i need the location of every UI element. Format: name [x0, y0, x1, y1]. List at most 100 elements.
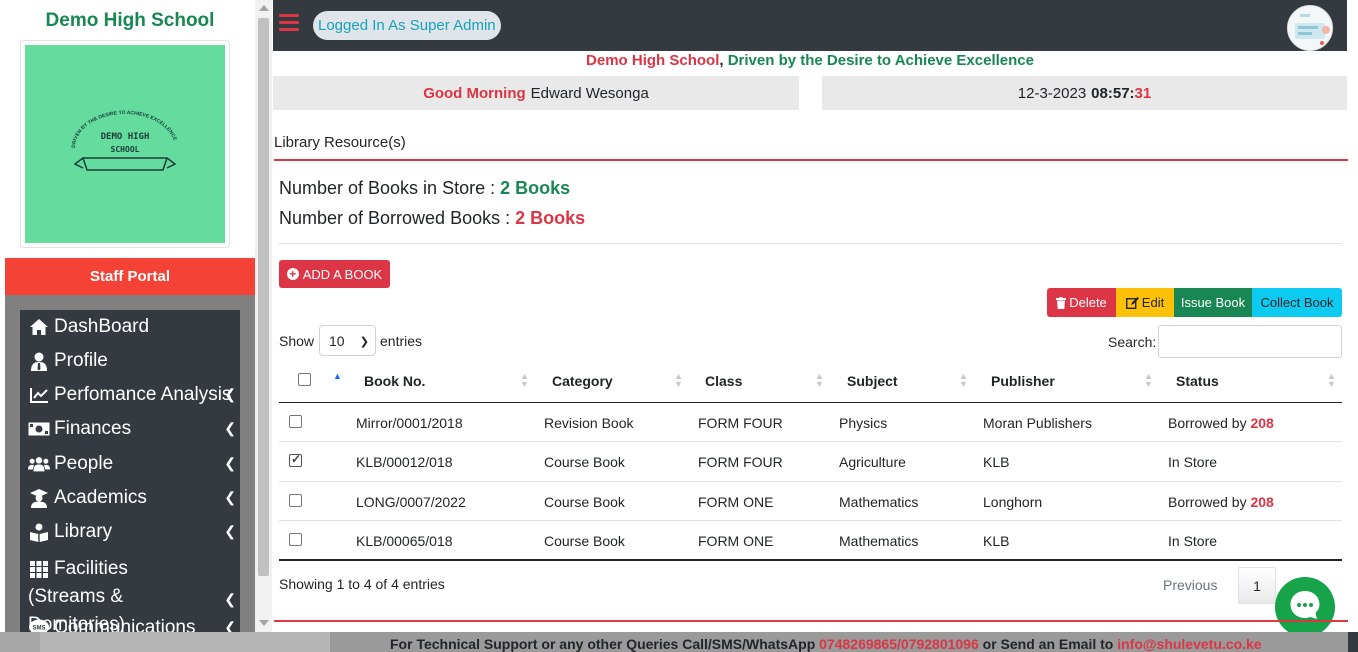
sidebar-item-performance-analysis[interactable]: Perfomance Analysis ❮	[20, 384, 240, 406]
cell-category: Course Book	[544, 533, 625, 549]
select-all-checkbox[interactable]	[298, 373, 311, 386]
add-book-button[interactable]: + ADD A BOOK	[279, 260, 390, 288]
scroll-down-arrow[interactable]	[259, 620, 269, 626]
sms-icon: SMS	[28, 617, 50, 632]
current-date: 12-3-2023	[1017, 84, 1087, 102]
plus-circle-icon: +	[286, 268, 299, 280]
cell-class: FORM FOUR	[698, 415, 783, 431]
chevron-left-icon: ❮	[224, 420, 236, 436]
school-logo: DRIVEN BY THE DESIRE TO ACHIEVE EXCELLEN…	[25, 45, 225, 243]
scroll-thumb[interactable]	[258, 18, 269, 576]
cell-publisher: Moran Publishers	[983, 415, 1092, 431]
previous-page-button[interactable]: Previous	[1163, 577, 1217, 593]
row-checkbox[interactable]	[289, 533, 302, 546]
cell-book-no: KLB/00065/018	[356, 533, 453, 549]
graduate-icon	[28, 487, 50, 509]
app-root: Demo High School DRIVEN BY THE DESIRE TO…	[0, 0, 1358, 652]
footer-support-text: For Technical Support or any other Queri…	[390, 636, 1262, 652]
column-header-subject[interactable]: Subject	[847, 373, 898, 389]
search-label: Search:	[1108, 334, 1157, 350]
sidebar-item-library[interactable]: Library ❮	[20, 521, 240, 543]
table-row[interactable]: KLB/00012/018 Course Book FORM FOUR Agri…	[279, 442, 1342, 482]
home-icon	[28, 316, 50, 338]
table-row[interactable]: Mirror/0001/2018 Revision Book FORM FOUR…	[279, 403, 1342, 442]
column-header-status[interactable]: Status	[1176, 373, 1219, 389]
chart-line-icon	[28, 384, 50, 406]
borrowed-books-stat: Number of Borrowed Books : 2 Books	[279, 208, 585, 229]
cell-subject: Agriculture	[839, 454, 906, 470]
books-in-store-stat: Number of Books in Store : 2 Books	[279, 178, 570, 199]
stats-divider	[279, 243, 1342, 244]
sidebar-item-label: Academics	[54, 487, 147, 508]
sidebar-item-profile[interactable]: Profile	[20, 350, 240, 372]
school-logo-emblem: DRIVEN BY THE DESIRE TO ACHIEVE EXCELLEN…	[71, 110, 178, 171]
borrower-number: 208	[1250, 494, 1274, 510]
login-status-badge[interactable]: Logged In As Super Admin	[313, 11, 501, 40]
sort-indicator[interactable]: ▲ ▼	[1144, 372, 1153, 389]
sidebar-item-people[interactable]: People ❮	[20, 453, 240, 475]
delete-button[interactable]: Delete	[1047, 288, 1116, 317]
borrowed-books-value: 2 Books	[515, 208, 586, 228]
menu-toggle-icon[interactable]	[279, 14, 299, 31]
row-checkbox[interactable]	[289, 452, 302, 467]
sidebar-item-dashboard[interactable]: DashBoard	[20, 316, 240, 338]
current-seconds: 31	[1134, 84, 1152, 102]
sidebar-item-label: Communications	[54, 617, 196, 632]
sidebar-item-label: Finances	[54, 418, 132, 439]
sidebar-item-label: People	[54, 453, 114, 474]
chevron-left-icon: ❮	[224, 523, 236, 539]
sort-indicator[interactable]: ▲ ▼	[959, 372, 968, 389]
table-row[interactable]: LONG/0007/2022 Course Book FORM ONE Math…	[279, 482, 1342, 521]
sidebar-item-finances[interactable]: Finances ❮	[20, 418, 240, 440]
book-reader-icon	[28, 521, 50, 543]
datetime-box: 12-3-2023 08:57: 31	[822, 76, 1347, 110]
edit-icon	[1125, 296, 1139, 309]
cell-publisher: KLB	[983, 533, 1010, 549]
page-size-select[interactable]: 10 ❯	[319, 325, 376, 356]
row-checkbox[interactable]	[289, 415, 302, 428]
support-phones[interactable]: 0748269865/0792801096	[819, 636, 979, 652]
issue-book-button[interactable]: Issue Book	[1174, 288, 1252, 317]
chat-widget-button[interactable]	[1275, 577, 1335, 637]
edit-button[interactable]: Edit	[1116, 288, 1174, 317]
greeting-user-name: Edward Wesonga	[530, 84, 649, 102]
tagline-motto: Driven by the Desire to Achieve Excellen…	[723, 52, 1034, 69]
scroll-up-arrow[interactable]	[259, 5, 269, 11]
sidebar-school-name: Demo High School	[45, 10, 215, 31]
column-header-book-no[interactable]: Book No.	[364, 373, 425, 389]
edit-label: Edit	[1141, 295, 1165, 310]
table-row[interactable]: KLB/00065/018 Course Book FORM ONE Mathe…	[279, 521, 1342, 561]
greeting-box: Good Morning Edward Wesonga	[273, 76, 799, 110]
collect-book-button[interactable]: Collect Book	[1252, 288, 1342, 317]
sidebar-item-label: Perfomance Analysis	[54, 384, 232, 405]
column-header-category[interactable]: Category	[552, 373, 613, 389]
sort-indicator[interactable]: ▲ ▼	[1327, 372, 1336, 389]
borrower-number: 208	[1250, 415, 1274, 431]
add-book-label: ADD A BOOK	[302, 266, 383, 282]
sort-indicator[interactable]: ▲	[333, 372, 342, 381]
avatar[interactable]	[1287, 5, 1333, 51]
row-checkbox[interactable]	[289, 494, 302, 507]
page-1-button[interactable]: 1	[1238, 567, 1276, 604]
sidebar-menu-wrapper: DashBoard Profile Perfomance Analysis ❮	[5, 295, 255, 632]
logo-text-line1: DEMO HIGH	[101, 132, 150, 142]
users-icon	[28, 453, 50, 475]
column-header-class[interactable]: Class	[705, 373, 742, 389]
sidebar-item-academics[interactable]: Academics ❮	[20, 487, 240, 509]
sidebar-item-label: DashBoard	[54, 316, 150, 337]
money-icon	[28, 418, 50, 440]
search-input[interactable]	[1158, 325, 1342, 358]
sidebar-scrollbar[interactable]	[255, 0, 272, 632]
column-header-publisher[interactable]: Publisher	[991, 373, 1055, 389]
current-time: 08:57:	[1091, 84, 1135, 102]
sort-indicator[interactable]: ▲ ▼	[815, 372, 824, 389]
greeting-salutation: Good Morning	[423, 84, 526, 102]
support-email-link[interactable]: info@shulevetu.co.ke	[1117, 636, 1261, 652]
cell-category: Revision Book	[544, 415, 634, 431]
sort-indicator[interactable]: ▲ ▼	[674, 372, 683, 389]
sort-indicator[interactable]: ▲ ▼	[520, 372, 529, 389]
chevron-left-icon: ❮	[224, 619, 236, 632]
show-label: Show	[279, 333, 315, 349]
trash-icon	[1056, 296, 1067, 309]
sidebar-item-communications[interactable]: SMS Communications ❮	[20, 617, 240, 632]
